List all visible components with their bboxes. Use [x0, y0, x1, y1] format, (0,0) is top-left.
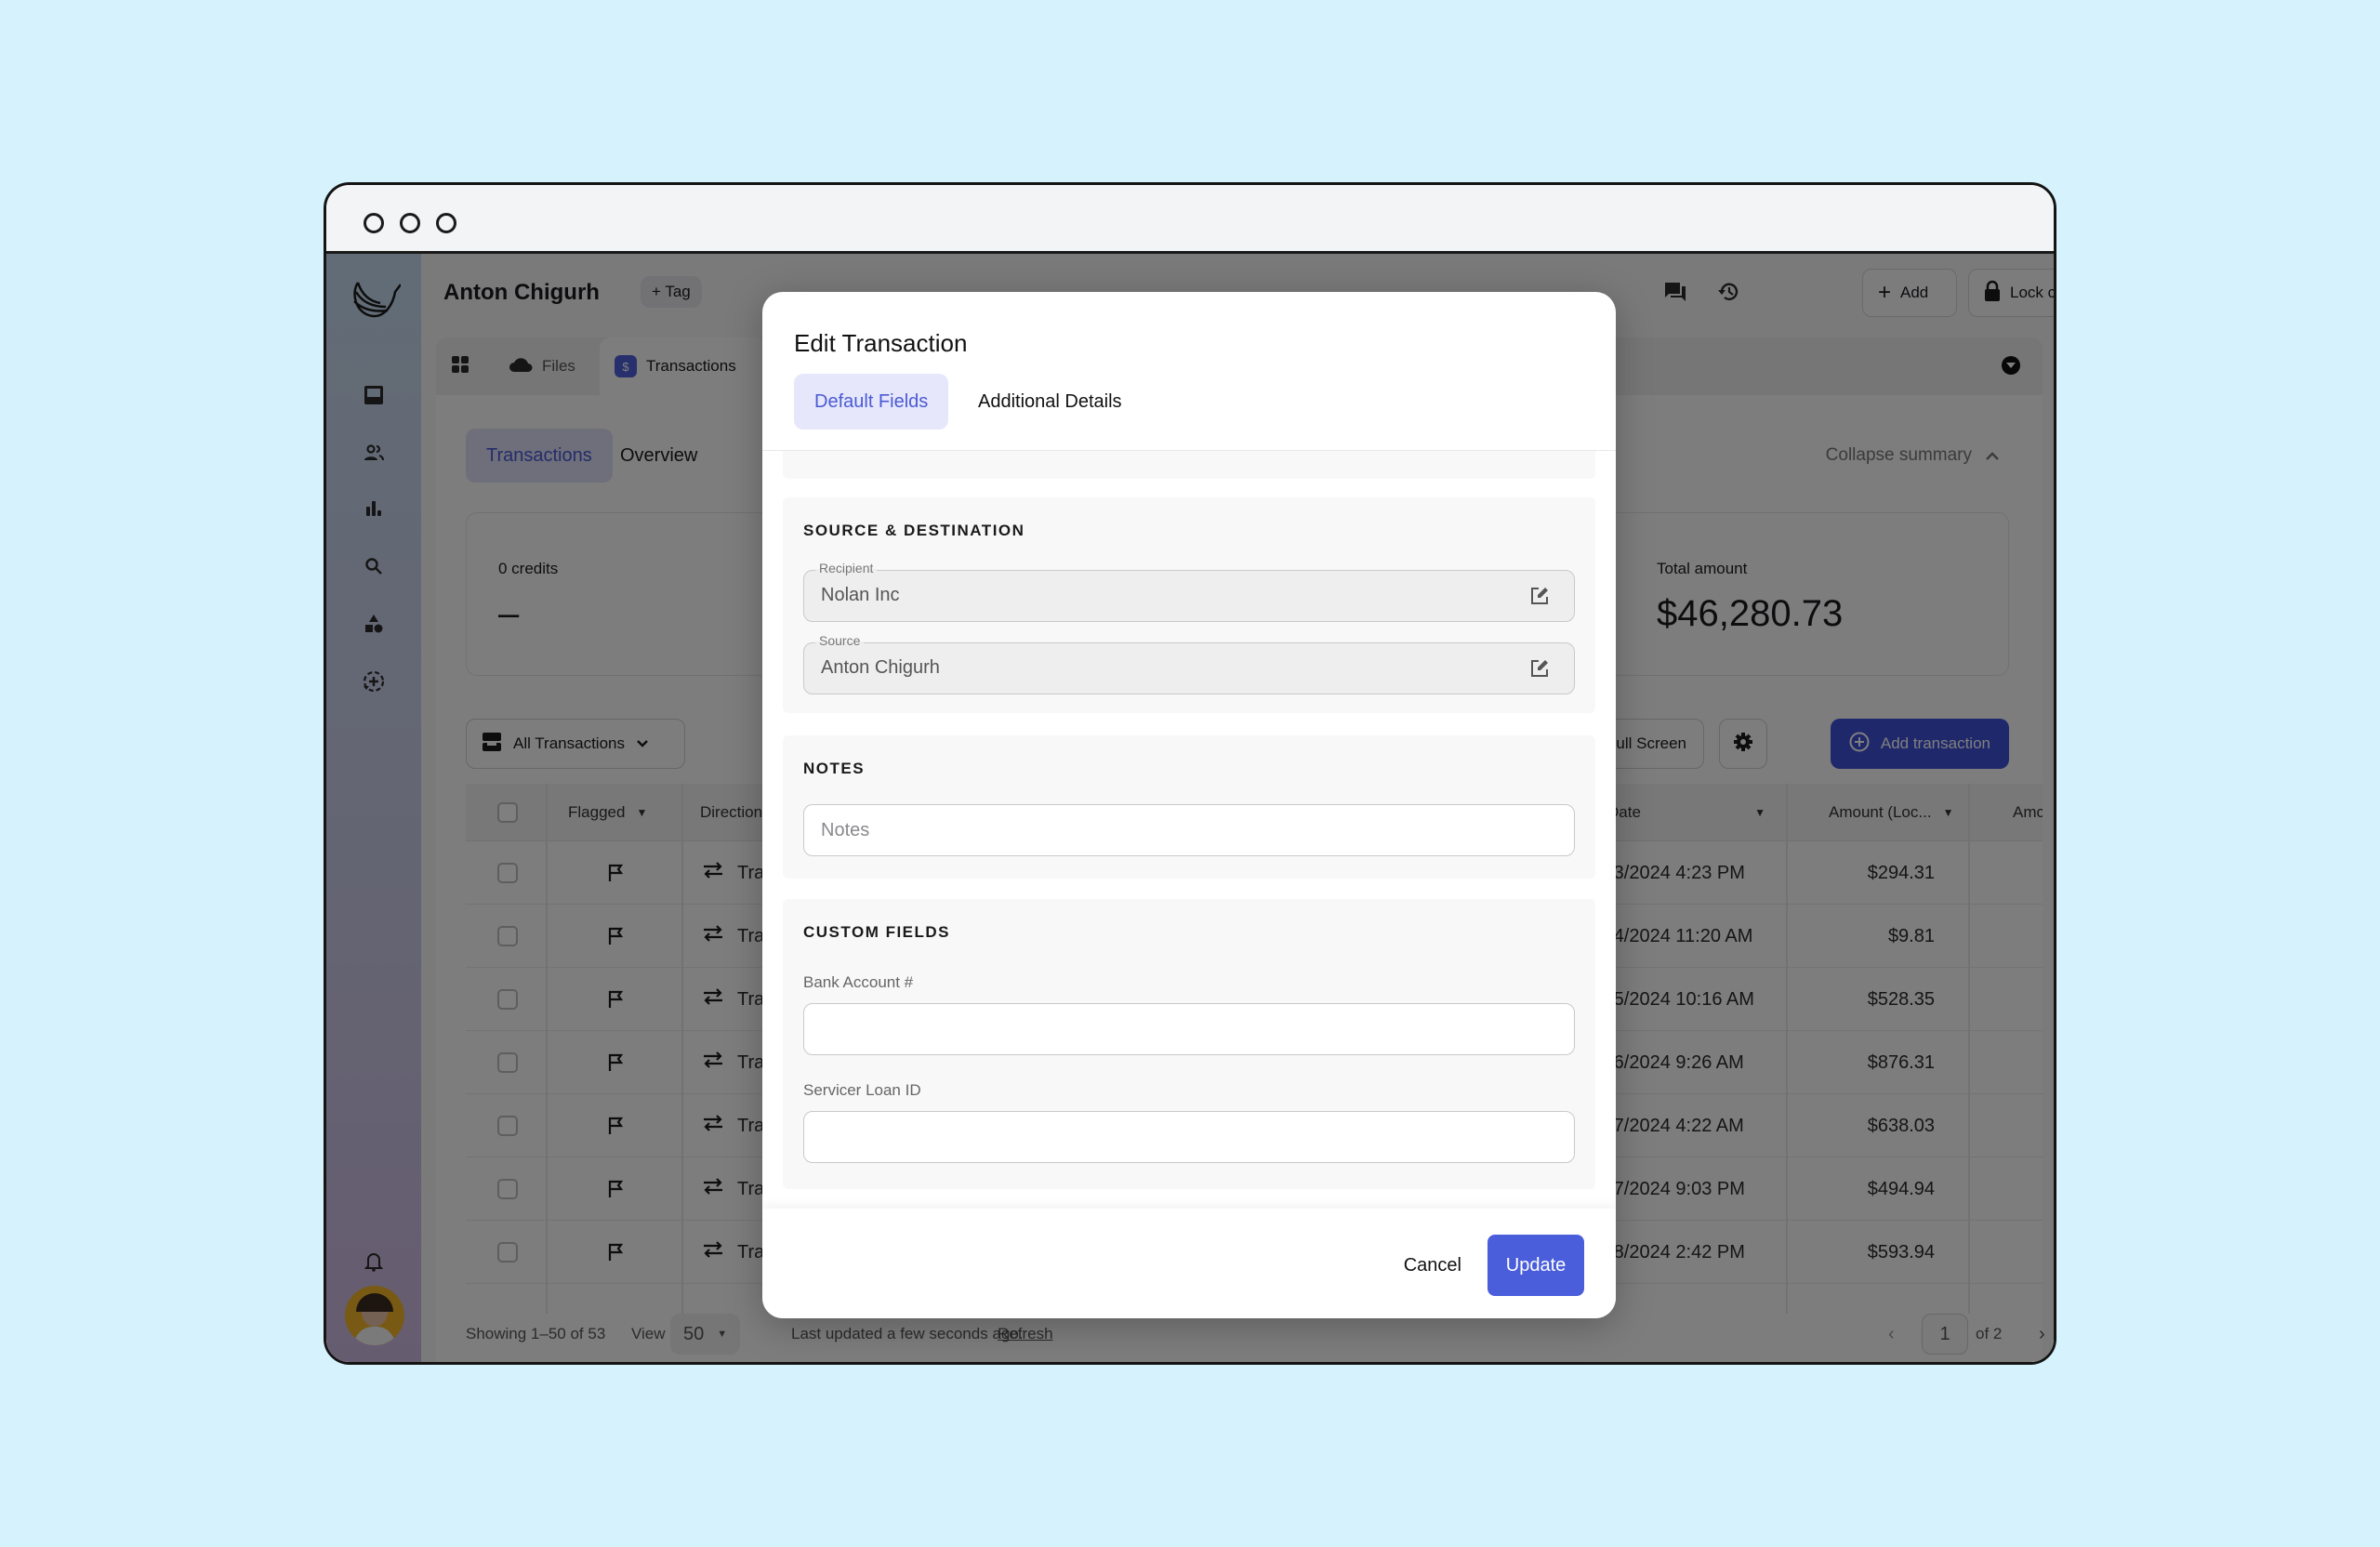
section-title: CUSTOM FIELDS	[803, 923, 951, 941]
modal-footer: Cancel Update	[762, 1209, 1616, 1318]
source-destination-section: SOURCE & DESTINATION Recipient Nolan Inc…	[783, 497, 1595, 713]
bank-account-label: Bank Account #	[803, 973, 914, 991]
servicer-loan-id-input[interactable]	[803, 1111, 1575, 1163]
edit-transaction-modal: Edit Transaction Default Fields Addition…	[762, 292, 1616, 1318]
edit-icon[interactable]	[1529, 658, 1550, 679]
window-minimize-button[interactable]	[400, 213, 420, 233]
modal-title: Edit Transaction	[794, 329, 968, 357]
cancel-button[interactable]: Cancel	[1404, 1235, 1461, 1296]
servicer-loan-id-label: Servicer Loan ID	[803, 1081, 921, 1099]
title-bar	[326, 185, 2054, 254]
notes-section: NOTES	[783, 735, 1595, 879]
custom-fields-section: CUSTOM FIELDS Bank Account # Servicer Lo…	[783, 899, 1595, 1189]
notes-input[interactable]	[803, 804, 1575, 856]
source-value: Anton Chigurh	[821, 657, 940, 678]
edit-icon[interactable]	[1529, 586, 1550, 606]
update-button[interactable]: Update	[1488, 1235, 1584, 1296]
tab-additional-details[interactable]: Additional Details	[958, 374, 1143, 430]
recipient-value: Nolan Inc	[821, 585, 900, 605]
section-title: SOURCE & DESTINATION	[803, 522, 1025, 539]
previous-field[interactable]	[803, 450, 1575, 451]
previous-section	[783, 450, 1595, 479]
source-field[interactable]: Source Anton Chigurh	[803, 633, 1575, 694]
bank-account-input[interactable]	[803, 1003, 1575, 1055]
window-maximize-button[interactable]	[436, 213, 456, 233]
modal-scroll-body[interactable]: SOURCE & DESTINATION Recipient Nolan Inc…	[762, 450, 1616, 1209]
tab-default-fields[interactable]: Default Fields	[794, 374, 949, 430]
section-title: NOTES	[803, 760, 866, 777]
window-close-button[interactable]	[364, 213, 384, 233]
recipient-field[interactable]: Recipient Nolan Inc	[803, 561, 1575, 622]
